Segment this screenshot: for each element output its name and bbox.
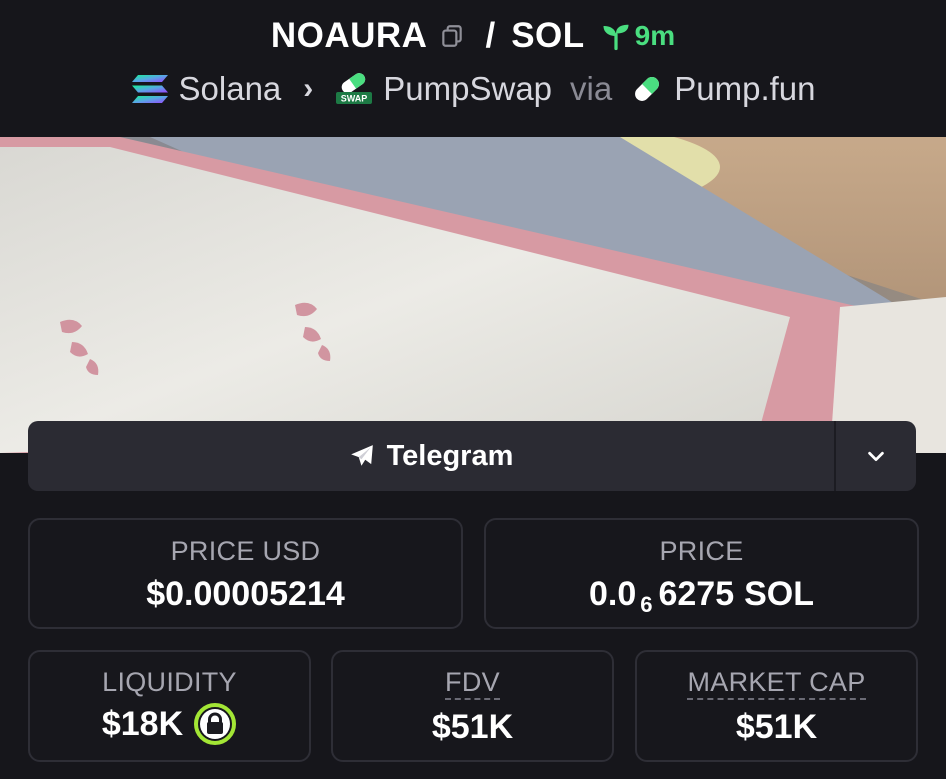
svg-text:SWAP: SWAP [341, 94, 368, 104]
price-usd-label: PRICE USD [170, 536, 321, 566]
fdv-label[interactable]: FDV [445, 667, 500, 700]
dex-link[interactable]: SWAP PumpSwap [335, 70, 552, 108]
chain-name: Solana [178, 70, 282, 107]
solana-logo-icon [131, 75, 168, 103]
price-native-zero-count: 6 [640, 591, 653, 617]
liquidity-value-row: $18K [30, 702, 309, 746]
price-native-digits: 6275 [658, 575, 735, 613]
social-links-bar: Telegram [28, 421, 916, 491]
market-cap-value: $51K [735, 708, 818, 746]
price-native-label: PRICE [659, 536, 744, 566]
dex-name: PumpSwap [383, 70, 553, 107]
pair-route: Solana › SWAP PumpSwap via Pump.fun [0, 66, 946, 112]
fdv-label-wrap: FDV [333, 667, 612, 700]
price-native-value: 0.0 6 6275 SOL [486, 575, 917, 617]
telegram-label: Telegram [386, 439, 514, 472]
price-usd-card: PRICE USD $0.00005214 [28, 518, 463, 629]
price-usd-value: $0.00005214 [146, 575, 345, 613]
market-cap-card: MARKET CAP $51K [635, 650, 918, 762]
social-dropdown-button[interactable] [834, 421, 916, 491]
base-token-symbol: NOAURA [270, 16, 428, 55]
copy-icon[interactable] [439, 23, 465, 49]
pair-age-text: 9m [634, 20, 676, 51]
launchpad-name: Pump.fun [674, 70, 816, 107]
price-native-card: PRICE 0.0 6 6275 SOL [484, 518, 919, 629]
pumpfun-pill-icon [635, 77, 660, 101]
price-native-unit: SOL [744, 575, 815, 613]
pumpswap-logo-icon: SWAP [336, 73, 373, 104]
liquidity-card: LIQUIDITY $18K [28, 650, 311, 762]
quote-token-symbol: SOL [511, 16, 585, 55]
price-native-prefix: 0.0 [588, 575, 637, 613]
pair-separator: / [485, 16, 496, 55]
fdv-card: FDV $51K [331, 650, 614, 762]
lock-icon[interactable] [193, 702, 237, 746]
paper-plane-icon [350, 445, 373, 466]
telegram-button[interactable]: Telegram [28, 421, 834, 491]
seedling-icon [603, 24, 629, 51]
chain-link[interactable]: Solana [131, 70, 282, 108]
token-banner-image [0, 137, 946, 453]
liquidity-value: $18K [101, 704, 184, 743]
pair-title-row: NOAURA / SOL 9m [0, 14, 946, 58]
market-cap-label[interactable]: MARKET CAP [687, 667, 866, 700]
via-label: via [570, 70, 613, 107]
liquidity-label: LIQUIDITY [102, 667, 237, 697]
fdv-value: $51K [431, 708, 514, 746]
chevron-right-icon: › [303, 72, 314, 105]
market-cap-label-wrap: MARKET CAP [637, 667, 916, 700]
token-pair-page: NOAURA / SOL 9m Solana › SWAP PumpSwap v… [0, 0, 946, 779]
launchpad-link[interactable]: Pump.fun [630, 70, 815, 108]
pair-age-badge: 9m [601, 20, 675, 52]
pair-header: NOAURA / SOL 9m Solana › SWAP PumpSwap v… [0, 0, 946, 137]
chevron-down-icon [868, 451, 884, 462]
